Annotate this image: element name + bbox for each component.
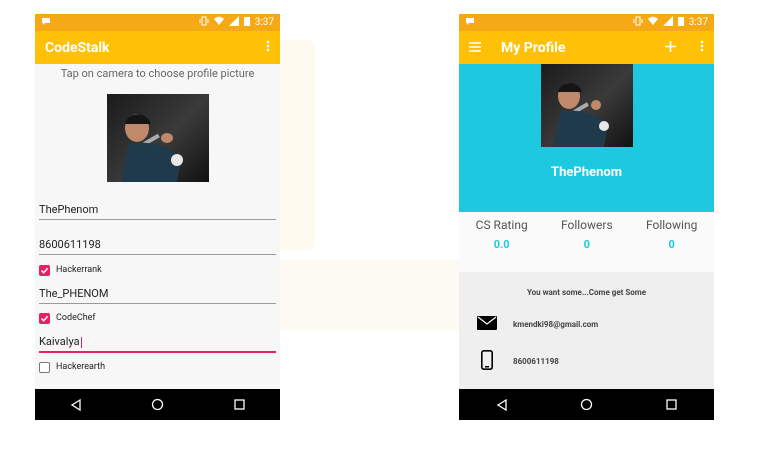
- stat-value: 0: [583, 238, 590, 251]
- stat-label: CS Rating: [475, 218, 528, 232]
- email-row[interactable]: kmendki98@gmail.com: [477, 316, 598, 332]
- codechef-username-text: Kaivalya: [39, 335, 80, 348]
- mail-icon: [477, 316, 497, 332]
- hackerrank-checkbox[interactable]: [39, 264, 50, 276]
- battery-icon: [677, 16, 684, 29]
- stats-row: CS Rating 0.0 Followers 0 Following 0: [459, 212, 714, 272]
- stat-followers[interactable]: Followers 0: [561, 212, 613, 272]
- stat-label: Followers: [560, 218, 613, 232]
- hackerearth-checkbox-row[interactable]: Hackerearth: [39, 360, 105, 374]
- hackerrank-label: Hackerrank: [56, 265, 102, 275]
- home-nav-icon[interactable]: [577, 395, 597, 415]
- profile-tagline: You want some...Come get Some: [526, 288, 647, 297]
- vibrate-icon: [199, 16, 209, 29]
- home-nav-icon[interactable]: [147, 395, 167, 415]
- hackerrank-checkbox-row[interactable]: Hackerrank: [39, 263, 102, 277]
- overflow-menu-icon[interactable]: [700, 40, 704, 56]
- email-text: kmendki98@gmail.com: [513, 319, 599, 329]
- codechef-checkbox-row[interactable]: CodeChef: [39, 311, 96, 325]
- chat-bubble-icon: [41, 16, 51, 29]
- profile-info-panel: You want some...Come get Some kmendki98@…: [459, 272, 714, 389]
- navigation-bar: [459, 389, 714, 420]
- app-title: My Profile: [501, 39, 566, 56]
- signal-icon: [662, 16, 673, 29]
- profile-picture: [541, 64, 633, 147]
- clock-time: 3:37: [254, 17, 274, 28]
- stat-value: 0: [668, 238, 675, 251]
- app-bar: My Profile: [459, 31, 714, 64]
- codechef-username-field[interactable]: Kaivalya: [39, 335, 276, 353]
- navigation-bar: [35, 389, 280, 420]
- phone-row[interactable]: 8600611198: [477, 350, 559, 372]
- codechef-label: CodeChef: [56, 313, 96, 323]
- codechef-checkbox[interactable]: [39, 312, 50, 324]
- wifi-icon: [213, 16, 224, 29]
- text-cursor: [80, 336, 82, 348]
- phone-icon: [481, 350, 493, 372]
- stat-value: 0.0: [493, 238, 510, 251]
- wifi-icon: [647, 16, 658, 29]
- clock-time: 3:37: [688, 17, 708, 28]
- vibrate-icon: [633, 16, 643, 29]
- status-bar: 3:37: [35, 14, 280, 31]
- stat-cs-rating[interactable]: CS Rating 0.0: [476, 212, 528, 272]
- phone-field[interactable]: 8600611198: [39, 238, 276, 255]
- hackerrank-username-field[interactable]: The_PHENOM: [39, 287, 276, 304]
- profile-picture[interactable]: [107, 94, 209, 182]
- name-field[interactable]: ThePhenom: [39, 203, 276, 220]
- signal-icon: [228, 16, 239, 29]
- my-profile-screen: 3:37 My Profile ThePhenom CS Rating 0.0: [459, 14, 714, 420]
- recents-nav-icon[interactable]: [229, 395, 249, 415]
- app-title: CodeStalk: [45, 39, 110, 56]
- profile-picture-hint: Tap on camera to choose profile picture: [60, 67, 255, 80]
- overflow-menu-icon[interactable]: [266, 40, 270, 56]
- edit-profile-screen: 3:37 CodeStalk Tap on camera to choose p…: [35, 14, 280, 420]
- back-nav-icon[interactable]: [492, 395, 512, 415]
- status-bar: 3:37: [459, 14, 714, 31]
- hackerearth-label: Hackerearth: [56, 362, 106, 372]
- hamburger-menu-icon[interactable]: [469, 40, 481, 56]
- battery-icon: [243, 16, 250, 29]
- hackerearth-checkbox[interactable]: [39, 361, 50, 373]
- back-nav-icon[interactable]: [66, 395, 86, 415]
- chat-bubble-icon: [465, 16, 475, 29]
- recents-nav-icon[interactable]: [662, 395, 682, 415]
- phone-text: 8600611198: [513, 356, 559, 366]
- app-bar: CodeStalk: [35, 31, 280, 64]
- stat-following[interactable]: Following 0: [646, 212, 697, 272]
- stat-label: Following: [645, 218, 698, 232]
- profile-username: ThePhenom: [551, 165, 622, 180]
- add-icon[interactable]: [665, 40, 676, 56]
